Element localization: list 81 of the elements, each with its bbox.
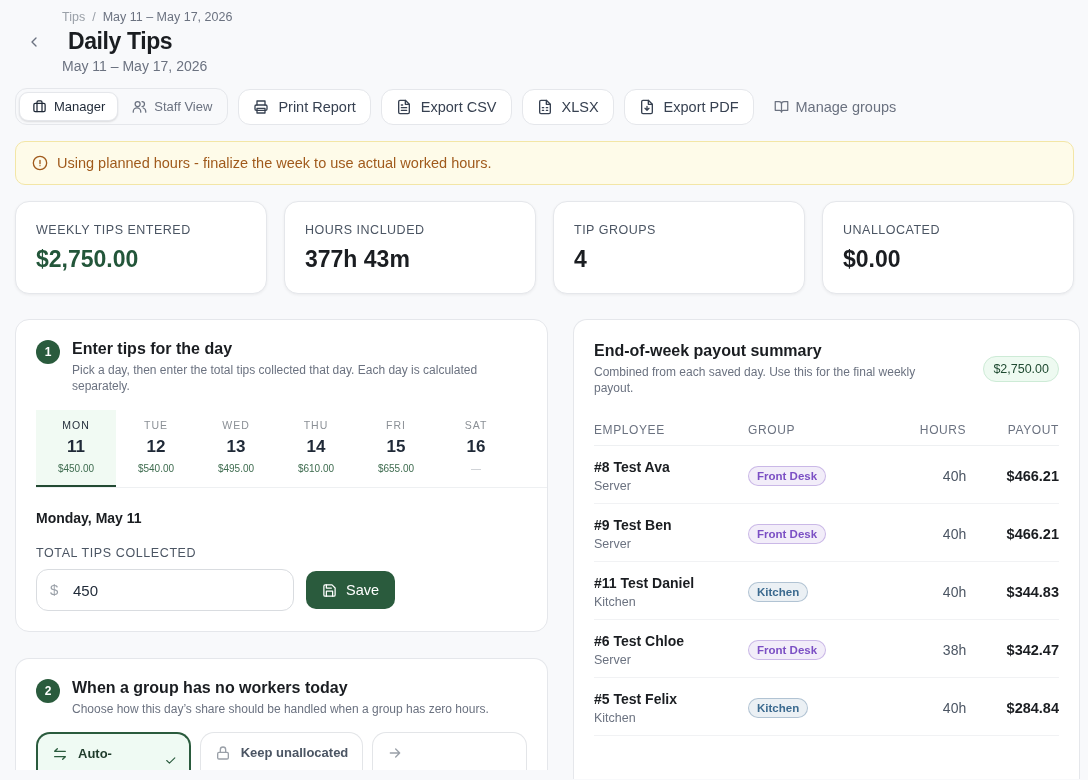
briefcase-icon [32, 99, 47, 114]
breadcrumb-separator: / [92, 10, 96, 24]
printer-icon [253, 98, 270, 115]
group-tag: Front Desk [748, 640, 827, 661]
warning-text: Using planned hours - finalize the week to use actual worked hours. [57, 155, 492, 171]
section-description: Pick a day, then enter the total tips collected that day. Each day is calculated separately. [72, 362, 479, 395]
manage-groups-link[interactable]: Manage groups [763, 98, 907, 115]
view-tab[interactable]: Manager [19, 92, 119, 121]
column-header: HOURS [886, 416, 967, 446]
day-tab[interactable]: SAT 16 — [436, 410, 516, 488]
employee-name: #6 Test Chloe [594, 633, 685, 650]
book-icon [773, 99, 789, 114]
stat-value: 377h 43m [305, 246, 411, 273]
stat-value: 4 [574, 246, 588, 273]
day-tab[interactable]: MON 11 $450.00 [36, 410, 116, 488]
save-button[interactable]: Save [306, 571, 396, 610]
total-badge: $2,750.00 [983, 356, 1059, 383]
info-icon [32, 155, 48, 171]
option-card[interactable]: Keep unallocated [199, 731, 364, 770]
breadcrumb-item: May 11 – May 17, 2026 [102, 10, 233, 24]
employee-name: #8 Test Ava [594, 459, 671, 476]
hours-cell: 40h [942, 700, 967, 717]
column-header: EMPLOYEE [594, 416, 748, 446]
step-number: 2 [36, 679, 60, 704]
step-number: 1 [36, 340, 60, 364]
employee-name: #11 Test Daniel [594, 575, 696, 592]
column-header: PAYOUT [966, 416, 1059, 446]
page-title: Daily Tips [68, 28, 173, 55]
payout-cell: $342.47 [1006, 642, 1059, 659]
users-icon [132, 99, 148, 114]
hours-cell: 38h [942, 642, 967, 659]
save-icon [322, 582, 337, 598]
employee-role: Kitchen [594, 711, 637, 726]
day-tab[interactable]: WED 13 $495.00 [196, 410, 276, 488]
export-button[interactable]: Print Report [238, 88, 371, 125]
section-title: Enter tips for the day [72, 340, 234, 358]
stat-label: HOURS INCLUDED [305, 223, 426, 237]
payout-cell: $466.21 [1006, 526, 1059, 543]
stat-label: TIP GROUPS [574, 223, 657, 237]
employee-name: #9 Test Ben [594, 517, 673, 534]
option-card[interactable]: Auto- [36, 731, 191, 770]
payout-cell: $284.84 [1006, 700, 1059, 717]
employee-role: Server [594, 537, 632, 552]
employee-role: Server [594, 653, 632, 668]
group-tag: Front Desk [748, 466, 827, 487]
payout-cell: $466.21 [1006, 468, 1059, 485]
view-tab[interactable]: Staff View [120, 92, 225, 121]
export-button[interactable]: Export PDF [623, 88, 754, 125]
stat-value: $0.00 [843, 246, 902, 273]
currency-symbol: $ [50, 581, 59, 599]
employee-name: #5 Test Felix [594, 691, 678, 708]
stat-value: $2,750.00 [36, 246, 140, 273]
stat-label: UNALLOCATED [843, 223, 941, 237]
group-tag: Front Desk [748, 524, 827, 545]
payout-cell: $344.83 [1006, 584, 1059, 601]
selected-day-heading: Monday, May 11 [36, 510, 143, 527]
stat-label: WEEKLY TIPS ENTERED [36, 223, 192, 237]
group-tag: Kitchen [748, 582, 809, 603]
spreadsheet-icon [536, 98, 553, 115]
section-description: Combined from each saved day. Use this for the final weekly payout. [594, 364, 917, 397]
employee-role: Server [594, 479, 632, 494]
file-download-icon [638, 98, 655, 115]
day-tab[interactable]: TUE 12 $540.00 [116, 410, 196, 488]
hours-cell: 40h [942, 468, 967, 485]
date-range: May 11 – May 17, 2026 [62, 58, 209, 74]
hours-cell: 40h [942, 526, 967, 543]
lock-icon [214, 744, 231, 761]
section-description: Choose how this day’s share should be handled when a group has zero hours. [72, 701, 489, 718]
document-icon [395, 98, 412, 115]
field-label: TOTAL TIPS COLLECTED [36, 546, 198, 561]
hours-cell: 40h [942, 584, 967, 601]
swap-arrows-icon [52, 745, 68, 762]
export-button[interactable]: XLSX [521, 88, 614, 125]
column-header: GROUP [748, 416, 887, 446]
group-tag: Kitchen [748, 698, 809, 719]
employee-role: Kitchen [594, 595, 637, 610]
day-tab[interactable]: FRI 15 $655.00 [356, 410, 436, 488]
day-tab[interactable]: THU 14 $610.00 [276, 410, 356, 488]
section-title: When a group has no workers today [72, 679, 349, 698]
section-title: End-of-week payout summary [594, 342, 823, 360]
export-button[interactable]: Export CSV [380, 88, 512, 125]
